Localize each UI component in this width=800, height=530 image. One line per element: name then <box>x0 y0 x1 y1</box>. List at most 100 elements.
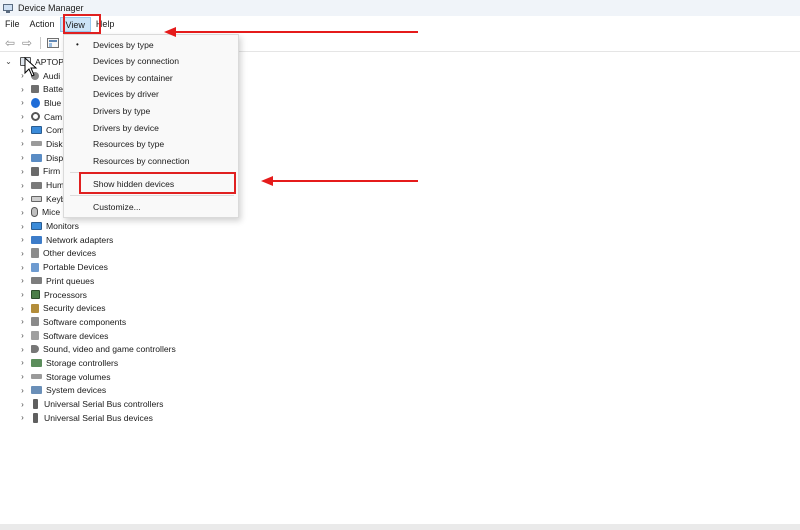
expand-chevron-icon[interactable]: › <box>17 276 28 285</box>
tree-item-monitors[interactable]: › Monitors <box>0 219 800 233</box>
tree-item-label: Portable Devices <box>43 262 108 273</box>
tree-item-sound-video[interactable]: › Sound, video and game controllers <box>0 342 800 356</box>
software-component-icon <box>31 317 39 327</box>
annotation-arrow-head-icon <box>261 176 273 186</box>
expand-chevron-icon[interactable]: › <box>17 249 28 258</box>
monitor-icon <box>31 222 42 231</box>
expand-chevron-icon[interactable]: › <box>17 139 28 148</box>
expand-chevron-icon[interactable]: › <box>17 85 28 94</box>
expand-chevron-icon[interactable]: › <box>17 263 28 272</box>
expand-chevron-icon[interactable]: › <box>17 126 28 135</box>
tree-item-software-components[interactable]: › Software components <box>0 315 800 329</box>
tree-item-label: Mice <box>42 207 61 218</box>
tree-item-label: Software devices <box>43 330 109 341</box>
expand-chevron-icon[interactable]: › <box>17 194 28 203</box>
menu-item-devices-by-connection[interactable]: Devices by connection <box>64 53 238 69</box>
tree-item-usb-controllers[interactable]: › Universal Serial Bus controllers <box>0 397 800 411</box>
tree-item-label: Network adapters <box>46 234 114 245</box>
expand-chevron-icon[interactable]: › <box>17 167 28 176</box>
bluetooth-icon <box>31 97 40 108</box>
usb-icon <box>33 412 38 423</box>
other-devices-icon <box>31 248 39 259</box>
menu-separator <box>70 195 234 196</box>
expand-chevron-icon[interactable]: › <box>17 235 28 244</box>
processor-icon <box>31 290 40 300</box>
expand-chevron-icon[interactable]: › <box>17 112 28 121</box>
show-hidden-highlight-box <box>79 172 236 194</box>
network-adapter-icon <box>31 235 42 244</box>
expand-chevron-icon[interactable]: › <box>17 153 28 162</box>
expand-chevron-icon[interactable]: › <box>17 372 28 381</box>
status-bar <box>0 524 800 530</box>
expand-chevron-icon[interactable]: › <box>17 222 28 231</box>
expand-chevron-icon[interactable]: › <box>17 290 28 299</box>
menu-item-drivers-by-type[interactable]: Drivers by type <box>64 103 238 119</box>
menu-action[interactable]: Action <box>25 17 60 32</box>
menu-item-label: Devices by connection <box>93 56 179 66</box>
tree-item-label: Universal Serial Bus controllers <box>44 399 164 410</box>
sound-icon <box>31 345 39 354</box>
tree-item-network-adapters[interactable]: › Network adapters <box>0 233 800 247</box>
menu-item-devices-by-driver[interactable]: Devices by driver <box>64 86 238 102</box>
title-bar: Device Manager <box>0 0 800 16</box>
tree-item-label: Audi <box>43 70 61 81</box>
expand-chevron-icon[interactable]: › <box>17 98 28 107</box>
computer-icon <box>31 126 42 135</box>
expand-chevron-icon[interactable]: › <box>17 413 28 422</box>
tree-item-software-devices[interactable]: › Software devices <box>0 329 800 343</box>
annotation-arrow-shaft <box>175 31 418 33</box>
tree-item-usb-devices[interactable]: › Universal Serial Bus devices <box>0 411 800 425</box>
tree-item-label: Monitors <box>46 221 79 232</box>
menu-item-devices-by-container[interactable]: Devices by container <box>64 70 238 86</box>
menu-file[interactable]: File <box>0 17 25 32</box>
back-arrow-icon[interactable]: ⇦ <box>2 36 18 50</box>
tree-item-security-devices[interactable]: › Security devices <box>0 301 800 315</box>
expand-chevron-icon[interactable]: › <box>17 386 28 395</box>
menu-item-label: Customize... <box>93 202 141 212</box>
hid-icon <box>31 181 42 189</box>
menu-item-resources-by-type[interactable]: Resources by type <box>64 136 238 152</box>
disk-drive-icon <box>31 141 42 147</box>
tree-item-label: Software components <box>43 316 127 327</box>
tree-item-label: Blue <box>44 97 62 108</box>
menu-item-label: Drivers by device <box>93 123 159 133</box>
storage-controller-icon <box>31 358 42 367</box>
annotation-arrow-shaft <box>272 180 418 182</box>
tree-item-storage-volumes[interactable]: › Storage volumes <box>0 370 800 384</box>
collapse-chevron-icon[interactable]: ⌄ <box>3 57 14 66</box>
forward-arrow-icon[interactable]: ⇨ <box>19 36 35 50</box>
tree-item-storage-controllers[interactable]: › Storage controllers <box>0 356 800 370</box>
annotation-arrow-head-icon <box>164 27 176 37</box>
expand-chevron-icon[interactable]: › <box>17 181 28 190</box>
menu-item-resources-by-connection[interactable]: Resources by connection <box>64 153 238 169</box>
menu-item-label: Devices by driver <box>93 89 159 99</box>
expand-chevron-icon[interactable]: › <box>17 304 28 313</box>
tree-item-system-devices[interactable]: › System devices <box>0 384 800 398</box>
tree-item-label: Print queues <box>46 275 95 286</box>
system-device-icon <box>31 386 42 395</box>
expand-chevron-icon[interactable]: › <box>17 317 28 326</box>
security-device-icon <box>31 303 39 313</box>
tree-item-label: Disp <box>46 152 64 163</box>
keyboard-icon <box>31 195 42 202</box>
expand-chevron-icon[interactable]: › <box>17 208 28 217</box>
tree-root-label: APTOP <box>35 56 64 67</box>
menu-item-customize[interactable]: Customize... <box>64 199 238 215</box>
toolbar-separator <box>40 36 41 49</box>
tree-item-processors[interactable]: › Processors <box>0 288 800 302</box>
tree-item-print-queues[interactable]: › Print queues <box>0 274 800 288</box>
properties-button[interactable] <box>45 36 61 50</box>
check-bullet-icon: • <box>76 40 79 49</box>
expand-chevron-icon[interactable]: › <box>17 331 28 340</box>
tree-item-label: Universal Serial Bus devices <box>44 412 153 423</box>
expand-chevron-icon[interactable]: › <box>17 345 28 354</box>
tree-item-portable-devices[interactable]: › Portable Devices <box>0 260 800 274</box>
menu-item-drivers-by-device[interactable]: Drivers by device <box>64 120 238 136</box>
expand-chevron-icon[interactable]: › <box>17 358 28 367</box>
storage-volume-icon <box>31 374 42 380</box>
menu-item-devices-by-type[interactable]: • Devices by type <box>64 37 238 53</box>
expand-chevron-icon[interactable]: › <box>17 400 28 409</box>
portable-device-icon <box>31 262 39 272</box>
tree-item-other-devices[interactable]: › Other devices <box>0 247 800 261</box>
view-menu-highlight-box <box>63 14 101 34</box>
